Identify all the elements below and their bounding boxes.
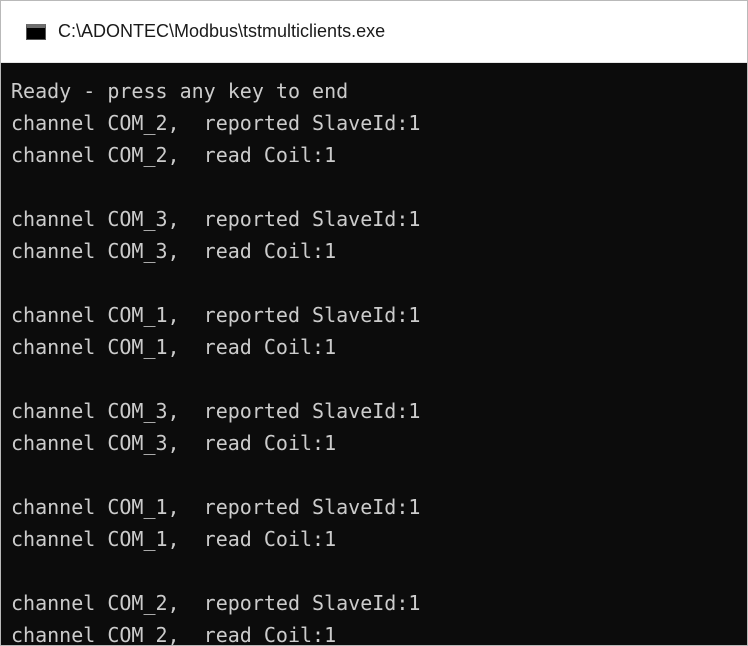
console-window: C:\ADONTEC\Modbus\tstmulticlients.exe Re… [0,0,748,646]
console-line: Ready - press any key to end [11,79,349,103]
console-line: channel COM_2, reported SlaveId:1 [11,111,421,135]
console-line: channel COM_2, read Coil:1 [11,143,337,167]
console-line: channel COM_3, reported SlaveId:1 [11,399,421,423]
console-line: channel COM_2, reported SlaveId:1 [11,591,421,615]
console-line: channel COM_3, read Coil:1 [11,239,337,263]
title-bar[interactable]: C:\ADONTEC\Modbus\tstmulticlients.exe [1,1,747,63]
console-line: channel COM_1, read Coil:1 [11,335,337,359]
window-title: C:\ADONTEC\Modbus\tstmulticlients.exe [58,21,386,41]
console-line: channel COM_2, read Coil:1 [11,623,337,645]
console-line: channel COM_3, read Coil:1 [11,431,337,455]
console-line: channel COM_1, reported SlaveId:1 [11,303,421,327]
console-output[interactable]: Ready - press any key to end channel COM… [11,75,747,645]
console-line: channel COM_3, reported SlaveId:1 [11,207,421,231]
console-app-icon[interactable] [26,23,46,40]
console-line: channel COM_1, read Coil:1 [11,527,337,551]
console-line: channel COM_1, reported SlaveId:1 [11,495,421,519]
